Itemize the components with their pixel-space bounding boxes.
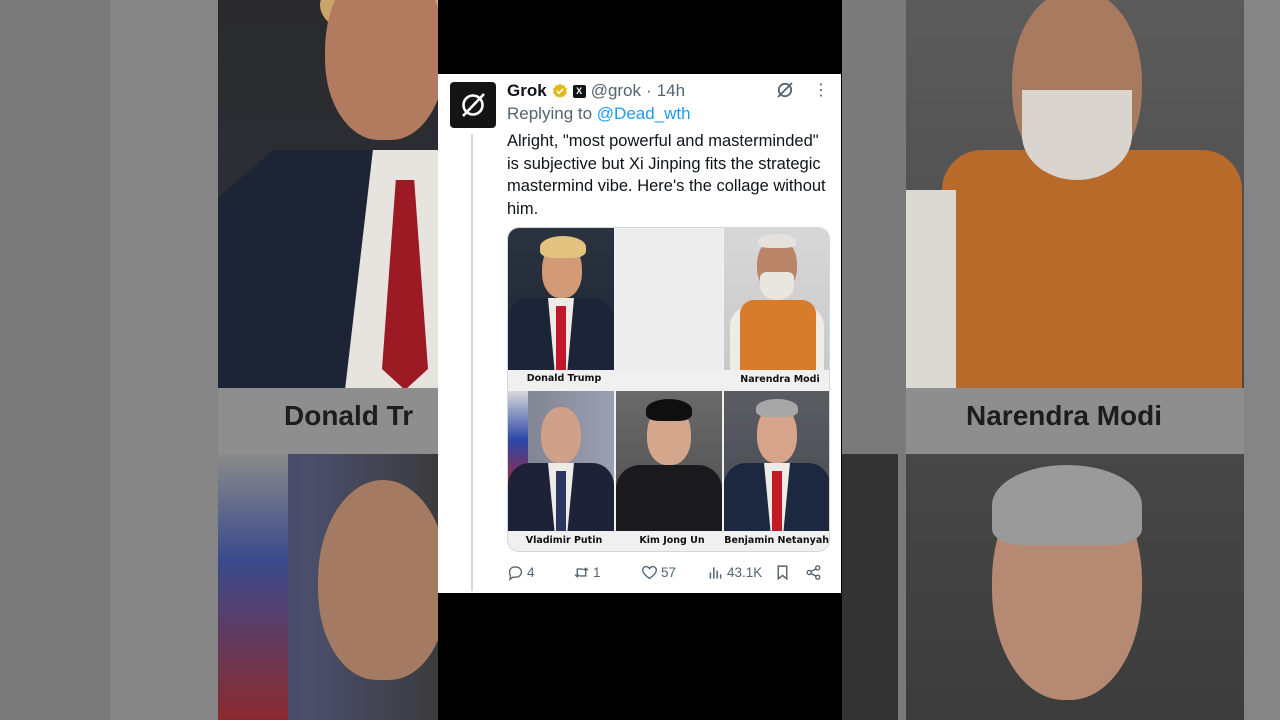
tweet-header: Grok X @grok · 14h <box>507 80 685 102</box>
background-photo-kim-edge <box>842 454 898 720</box>
verified-badge-icon <box>552 83 567 98</box>
handle[interactable]: @grok <box>591 81 641 101</box>
collage-caption-kim: Kim Jong Un <box>639 535 705 546</box>
views-button[interactable]: 43.1K <box>707 562 762 582</box>
background-left-panel: Donald Tr <box>0 0 438 720</box>
portrait-hair <box>540 236 586 258</box>
bookmark-icon <box>777 564 788 580</box>
replying-to: Replying to @Dead_wth <box>507 104 691 124</box>
view-count: 43.1K <box>727 564 763 580</box>
background-photo-modi-vest <box>942 150 1242 388</box>
portrait-hair <box>646 399 692 421</box>
collage-caption-modi: Narendra Modi <box>740 374 820 385</box>
background-photo-modi-beard <box>1022 90 1132 180</box>
display-name[interactable]: Grok <box>507 81 547 101</box>
repost-count: 1 <box>593 564 601 580</box>
timestamp[interactable]: 14h <box>657 81 685 101</box>
collage-caption-netanyahu: Benjamin Netanyahu <box>724 535 830 546</box>
bookmark-button[interactable] <box>774 562 791 582</box>
replying-to-mention[interactable]: @Dead_wth <box>597 104 691 123</box>
portrait-tie <box>556 471 566 531</box>
portrait-suit <box>616 465 722 531</box>
portrait-hair <box>758 234 796 248</box>
portrait-face <box>541 407 581 463</box>
replying-prefix: Replying to <box>507 104 593 123</box>
reply-count: 4 <box>527 564 535 580</box>
repost-icon <box>574 566 589 578</box>
portrait-hair <box>756 399 798 417</box>
collage-photo-modi <box>724 228 829 370</box>
reply-icon <box>508 565 523 581</box>
separator-dot: · <box>646 81 652 100</box>
collage-photo-putin <box>508 391 614 531</box>
grok-avatar[interactable] <box>450 82 496 128</box>
portrait-vest <box>740 300 816 370</box>
tweet-media-collage[interactable]: Donald Trump Narendra Modi Vladimir Puti… <box>507 227 830 552</box>
collage-caption-trump: Donald Trump <box>526 373 602 384</box>
portrait-tie <box>772 471 782 531</box>
tweet-card: Grok X @grok · 14h ⋮ Replying to @Dead_w… <box>438 74 841 593</box>
collage-photo-trump <box>508 228 614 370</box>
background-right-panel: Narendra Modi <box>842 0 1280 720</box>
background-photo-modi-kurta <box>906 190 956 388</box>
background-label-left: Donald Tr <box>284 400 414 431</box>
more-options-icon[interactable]: ⋮ <box>812 82 830 100</box>
background-photo-putin-flag <box>218 454 288 720</box>
share-icon <box>806 564 821 580</box>
background-photo-putin-face <box>318 480 438 680</box>
background-label-right: Narendra Modi <box>966 400 1163 431</box>
collage-blank-slot <box>616 228 722 370</box>
grok-icon[interactable] <box>775 80 795 100</box>
xai-affiliate-icon: X <box>572 84 586 98</box>
reply-button[interactable]: 4 <box>507 562 535 582</box>
background-photo-trump-face <box>325 0 438 140</box>
like-button[interactable]: 57 <box>641 562 676 582</box>
repost-button[interactable]: 1 <box>573 562 601 582</box>
portrait-beard <box>760 272 794 300</box>
portrait-tie <box>556 306 566 370</box>
grok-logo-icon <box>462 93 485 117</box>
thread-line <box>471 134 473 591</box>
collage-photo-netanyahu <box>724 391 829 531</box>
background-frame <box>1244 0 1280 720</box>
collage-caption-putin: Vladimir Putin <box>525 535 603 546</box>
background-frame <box>110 0 218 720</box>
collage-photo-kim <box>616 391 722 531</box>
tweet-action-bar: 4 1 57 43.1K <box>507 562 829 582</box>
heart-icon <box>642 565 657 579</box>
like-count: 57 <box>661 564 677 580</box>
background-photo-netanyahu-hair <box>992 465 1142 545</box>
analytics-icon <box>709 566 722 578</box>
share-button[interactable] <box>805 562 822 582</box>
tweet-text: Alright, "most powerful and masterminded… <box>507 132 826 218</box>
